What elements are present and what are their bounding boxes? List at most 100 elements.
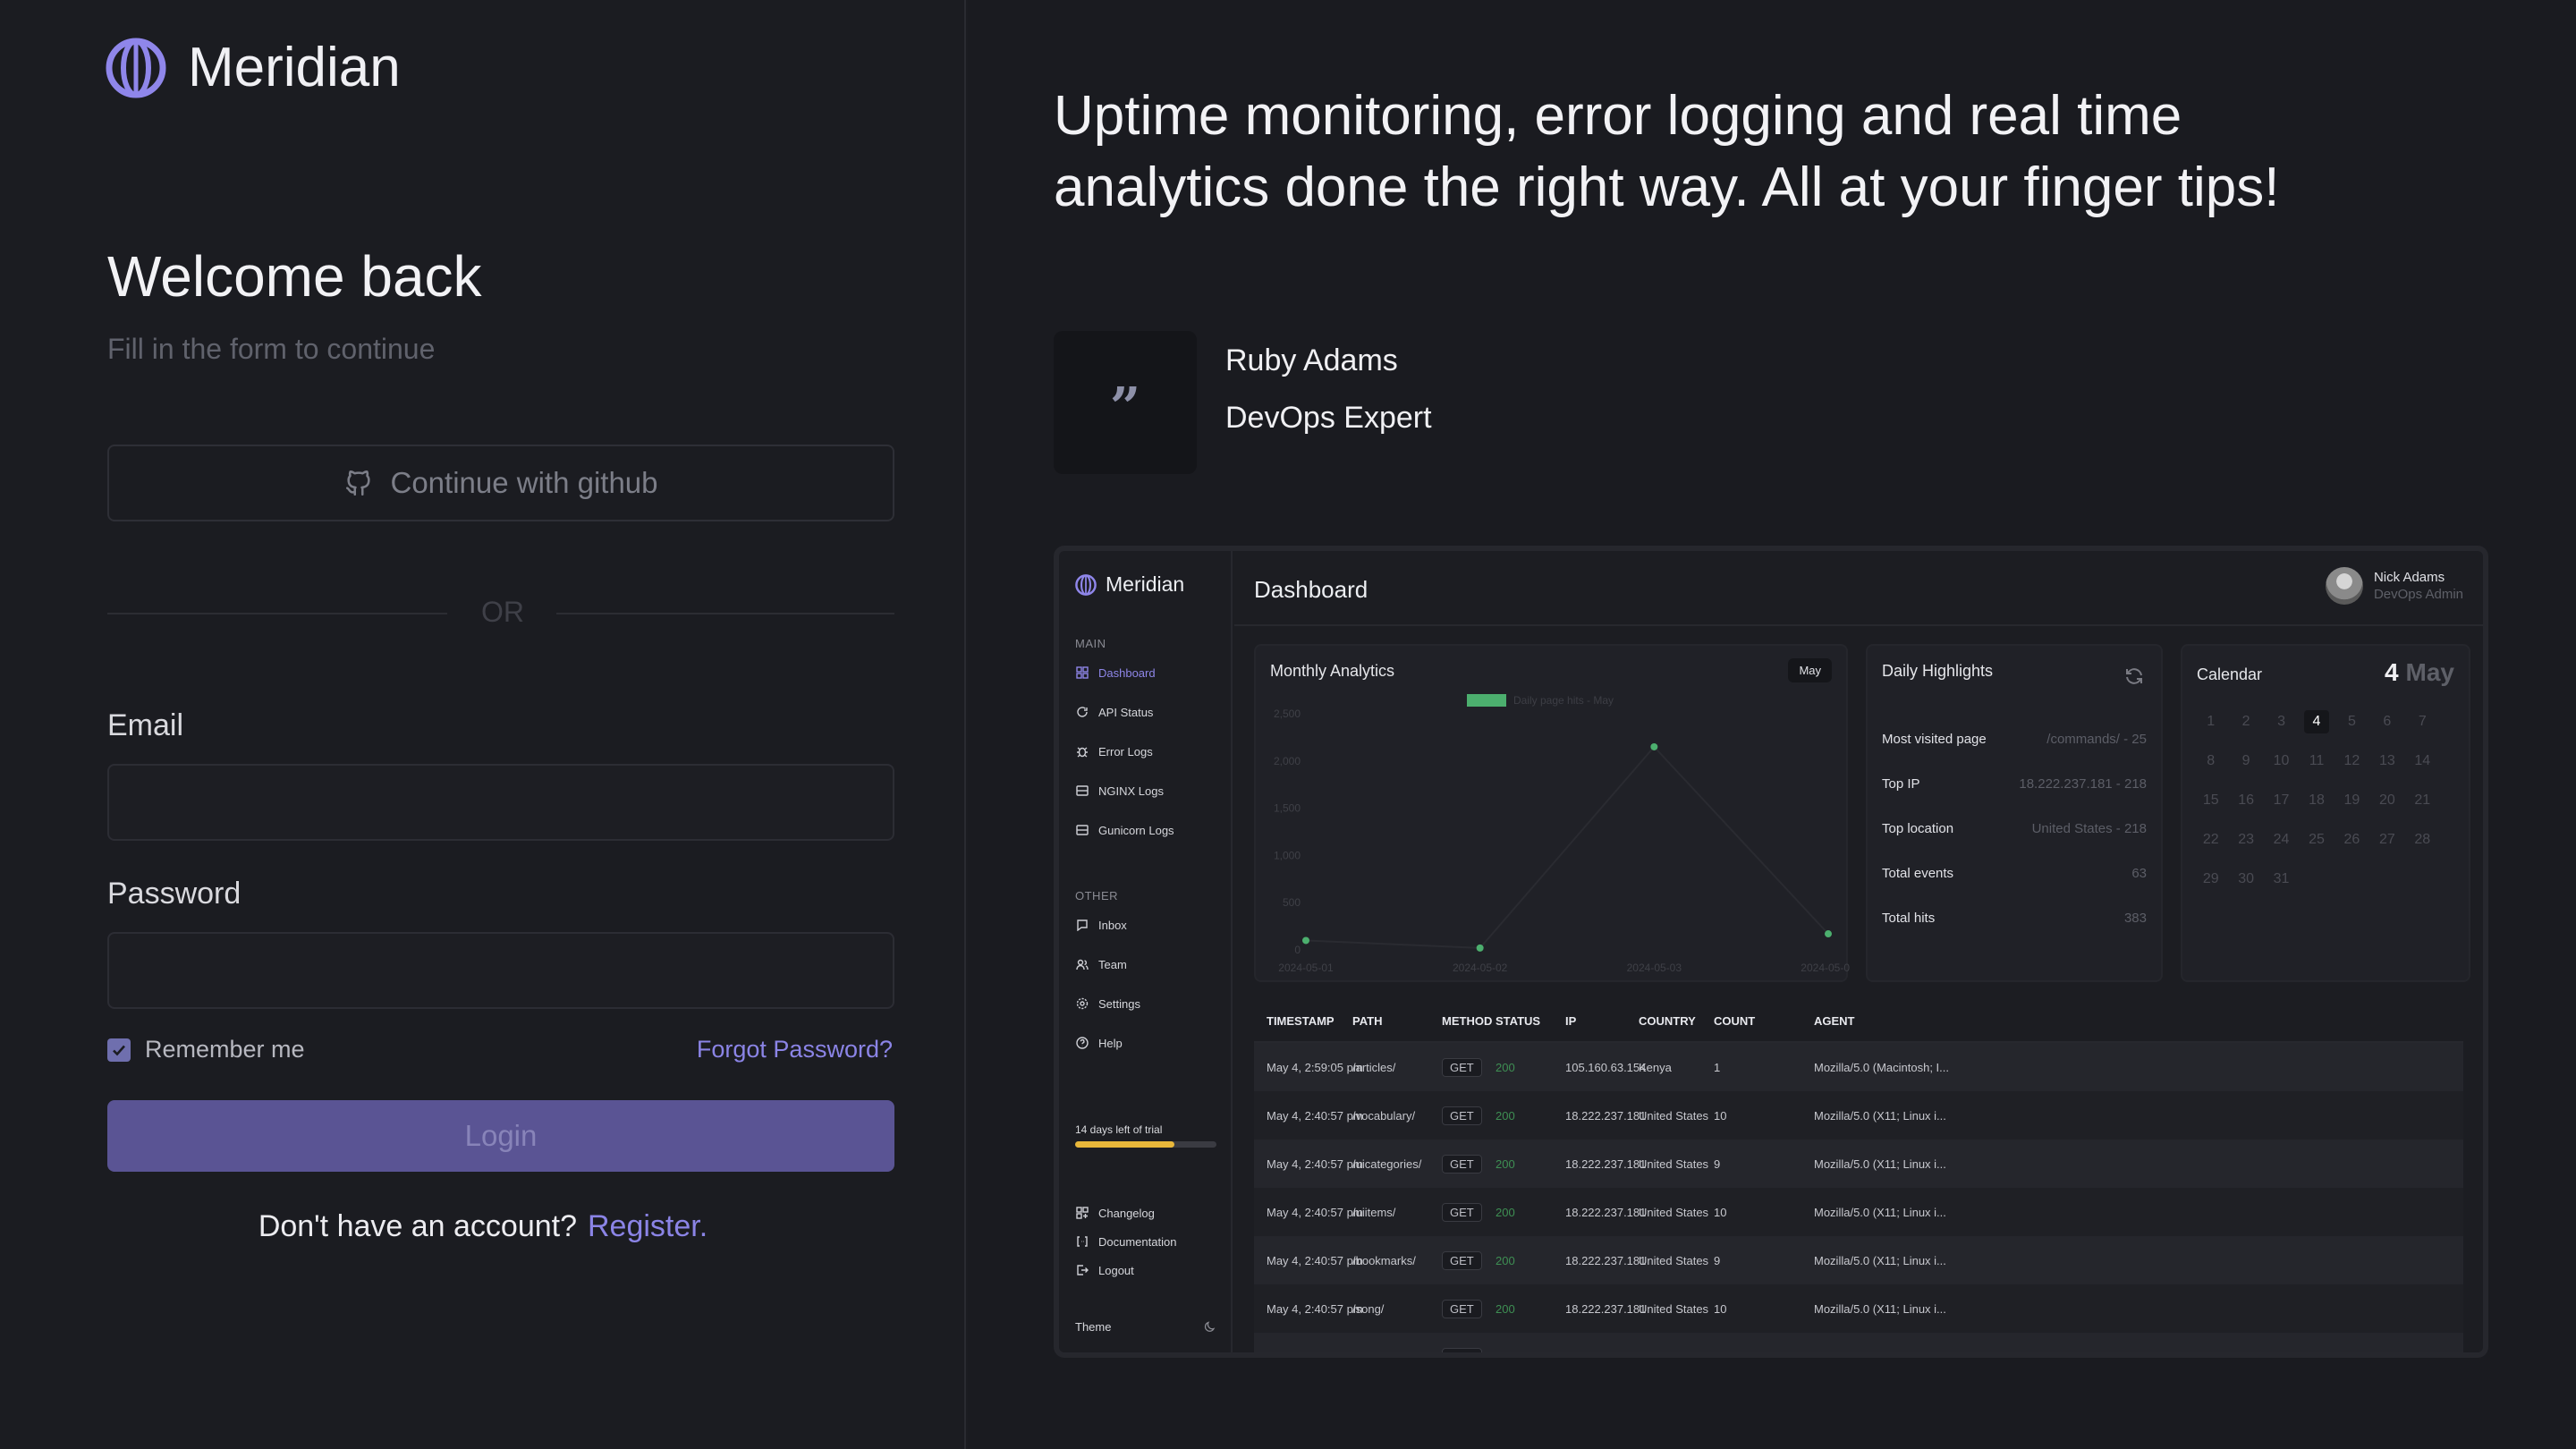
theme-toggle[interactable]: Theme bbox=[1075, 1320, 1216, 1334]
sidebar-section-main: MAIN bbox=[1075, 637, 1106, 650]
month-select[interactable]: May bbox=[1788, 658, 1832, 682]
sidebar-item-documentation[interactable]: Documentation bbox=[1075, 1234, 1176, 1249]
calendar-day-cell[interactable]: 17 bbox=[2264, 789, 2299, 812]
sidebar-item-help[interactable]: Help bbox=[1075, 1036, 1123, 1050]
calendar-day-cell[interactable]: 5 bbox=[2334, 710, 2369, 733]
calendar-day-cell[interactable]: 16 bbox=[2228, 789, 2263, 812]
table-cell: /uicategories/ bbox=[1352, 1157, 1422, 1171]
table-row[interactable]: May 4, 2:40:57 pm/song/GET 200 18.222.237.… bbox=[1254, 1284, 2463, 1333]
column-header[interactable]: PATH bbox=[1352, 1014, 1382, 1028]
calendar-day-cell[interactable]: 12 bbox=[2334, 750, 2369, 773]
calendar-day-cell[interactable]: 25 bbox=[2299, 828, 2334, 852]
promo-headline: Uptime monitoring, error logging and rea… bbox=[1054, 85, 2280, 218]
table-cell: May 4, 2:40:57 pm bbox=[1267, 1108, 1363, 1123]
table-row[interactable]: May 4, 2:40:57 pm/uicategories/GET 200 18.… bbox=[1254, 1140, 2463, 1188]
column-header[interactable]: STATUS bbox=[1496, 1014, 1540, 1028]
calendar-day-cell[interactable]: 6 bbox=[2369, 710, 2404, 733]
data-point bbox=[1476, 944, 1484, 952]
highlight-label: Top location bbox=[1882, 821, 1954, 836]
sidebar-item-logout[interactable]: Logout bbox=[1075, 1263, 1134, 1277]
calendar-day-cell[interactable]: 19 bbox=[2334, 789, 2369, 812]
calendar-day-cell[interactable]: 8 bbox=[2193, 750, 2228, 773]
table-cell: /uitasks/ bbox=[1352, 1351, 1395, 1353]
sidebar-item-settings[interactable]: Settings bbox=[1075, 996, 1140, 1011]
calendar-day-cell[interactable]: 29 bbox=[2193, 868, 2228, 891]
refresh-icon[interactable] bbox=[2123, 665, 2145, 687]
calendar-day-cell[interactable]: 26 bbox=[2334, 828, 2369, 852]
table-cell: May 4, 2:40:57 pm bbox=[1267, 1253, 1363, 1267]
remember-me[interactable]: Remember me bbox=[107, 1036, 305, 1063]
testimonial-author: Ruby Adams bbox=[1225, 343, 1398, 377]
sidebar-item-inbox[interactable]: Inbox bbox=[1075, 918, 1127, 932]
calendar-day-cell[interactable]: 27 bbox=[2369, 828, 2404, 852]
calendar-day-cell[interactable]: 21 bbox=[2405, 789, 2440, 812]
table-cell: GET bbox=[1442, 1106, 1482, 1125]
calendar-day-cell[interactable]: 20 bbox=[2369, 789, 2404, 812]
sidebar-item-label: Dashboard bbox=[1098, 665, 1156, 680]
calendar-day-cell[interactable]: 10 bbox=[2264, 750, 2299, 773]
sidebar-item-api-status[interactable]: API Status bbox=[1075, 705, 1153, 719]
password-field[interactable] bbox=[107, 932, 894, 1009]
register-link[interactable]: Register. bbox=[588, 1209, 708, 1243]
calendar-day-cell[interactable]: 3 bbox=[2264, 710, 2299, 733]
table-cell: 200 bbox=[1496, 1157, 1515, 1171]
data-point bbox=[1302, 936, 1309, 945]
table-cell: /song/ bbox=[1352, 1301, 1385, 1316]
table-cell: 18.222.237.181 bbox=[1565, 1108, 1647, 1123]
testimonial-role: DevOps Expert bbox=[1225, 401, 1432, 435]
github-login-button[interactable]: Continue with github bbox=[107, 445, 894, 521]
column-header[interactable]: METHOD bbox=[1442, 1014, 1492, 1028]
sidebar-item-dashboard[interactable]: Dashboard bbox=[1075, 665, 1156, 680]
remember-checkbox[interactable] bbox=[107, 1038, 131, 1062]
sidebar-item-nginx-logs[interactable]: NGINX Logs bbox=[1075, 784, 1164, 798]
calendar-day-cell[interactable]: 1 bbox=[2193, 710, 2228, 733]
forgot-password-link[interactable]: Forgot Password? bbox=[697, 1036, 893, 1063]
table-row[interactable]: May 4, 2:40:57 pm/uitasks/GET 200 18.222.2… bbox=[1254, 1333, 2463, 1352]
divider-line-left bbox=[107, 613, 447, 614]
x-tick-label: 2024-05-01 bbox=[1278, 962, 1334, 974]
calendar-title: Calendar bbox=[2197, 665, 2263, 683]
table-cell: May 4, 2:40:57 pm bbox=[1267, 1157, 1363, 1171]
table-row[interactable]: May 4, 2:59:05 pm/articles/GET 200 105.160… bbox=[1254, 1043, 2463, 1091]
user-menu[interactable]: Nick Adams DevOps Admin bbox=[2325, 567, 2463, 605]
column-header[interactable]: AGENT bbox=[1814, 1014, 1855, 1028]
column-header[interactable]: TIMESTAMP bbox=[1267, 1014, 1335, 1028]
sidebar-item-label: Changelog bbox=[1098, 1206, 1155, 1220]
dashboard-title: Dashboard bbox=[1254, 576, 1368, 603]
table-row[interactable]: May 4, 2:40:57 pm/vocabulary/GET 200 18.22… bbox=[1254, 1091, 2463, 1140]
sidebar-item-changelog[interactable]: Changelog bbox=[1075, 1206, 1155, 1220]
calendar-date: 4 May bbox=[2385, 658, 2454, 687]
calendar-day-cell[interactable]: 4 bbox=[2303, 710, 2329, 733]
sidebar-item-team[interactable]: Team bbox=[1075, 957, 1127, 971]
y-tick-label: 2,000 bbox=[1274, 755, 1301, 767]
calendar-day-cell[interactable]: 9 bbox=[2228, 750, 2263, 773]
highlight-label: Top IP bbox=[1882, 776, 1920, 792]
calendar-day-cell[interactable]: 15 bbox=[2193, 789, 2228, 812]
column-header[interactable]: IP bbox=[1565, 1014, 1576, 1028]
sidebar-item-gunicorn-logs[interactable]: Gunicorn Logs bbox=[1075, 823, 1174, 837]
calendar-day-cell[interactable]: 22 bbox=[2193, 828, 2228, 852]
table-cell: /uiitems/ bbox=[1352, 1205, 1396, 1219]
calendar-day-cell[interactable]: 14 bbox=[2405, 750, 2440, 773]
calendar-day-cell[interactable]: 2 bbox=[2228, 710, 2263, 733]
calendar-day-cell[interactable]: 24 bbox=[2264, 828, 2299, 852]
calendar-day-cell[interactable]: 11 bbox=[2299, 750, 2334, 773]
table-row[interactable]: May 4, 2:40:57 pm/bookmarks/GET 200 18.222… bbox=[1254, 1236, 2463, 1284]
column-header[interactable]: COUNT bbox=[1714, 1014, 1755, 1028]
login-button[interactable]: Login bbox=[107, 1100, 894, 1172]
sidebar-item-error-logs[interactable]: Error Logs bbox=[1075, 744, 1153, 758]
calendar-day-cell[interactable]: 13 bbox=[2369, 750, 2404, 773]
calendar-day-cell[interactable]: 28 bbox=[2405, 828, 2440, 852]
email-field[interactable] bbox=[107, 764, 894, 841]
calendar-day-cell[interactable]: 31 bbox=[2264, 868, 2299, 891]
highlight-value: United States - 218 bbox=[2031, 821, 2147, 836]
calendar-day-cell[interactable]: 30 bbox=[2228, 868, 2263, 891]
register-row: Don't have an account? Register. bbox=[0, 1209, 966, 1244]
calendar-day-cell[interactable]: 23 bbox=[2228, 828, 2263, 852]
table-row[interactable]: May 4, 2:40:57 pm/uiitems/GET 200 18.222.2… bbox=[1254, 1188, 2463, 1236]
calendar-day-cell[interactable]: 18 bbox=[2299, 789, 2334, 812]
sidebar-item-label: Logout bbox=[1098, 1263, 1134, 1277]
calendar-day-cell[interactable]: 7 bbox=[2405, 710, 2440, 733]
method-badge: GET bbox=[1442, 1154, 1482, 1174]
column-header[interactable]: COUNTRY bbox=[1639, 1014, 1696, 1028]
